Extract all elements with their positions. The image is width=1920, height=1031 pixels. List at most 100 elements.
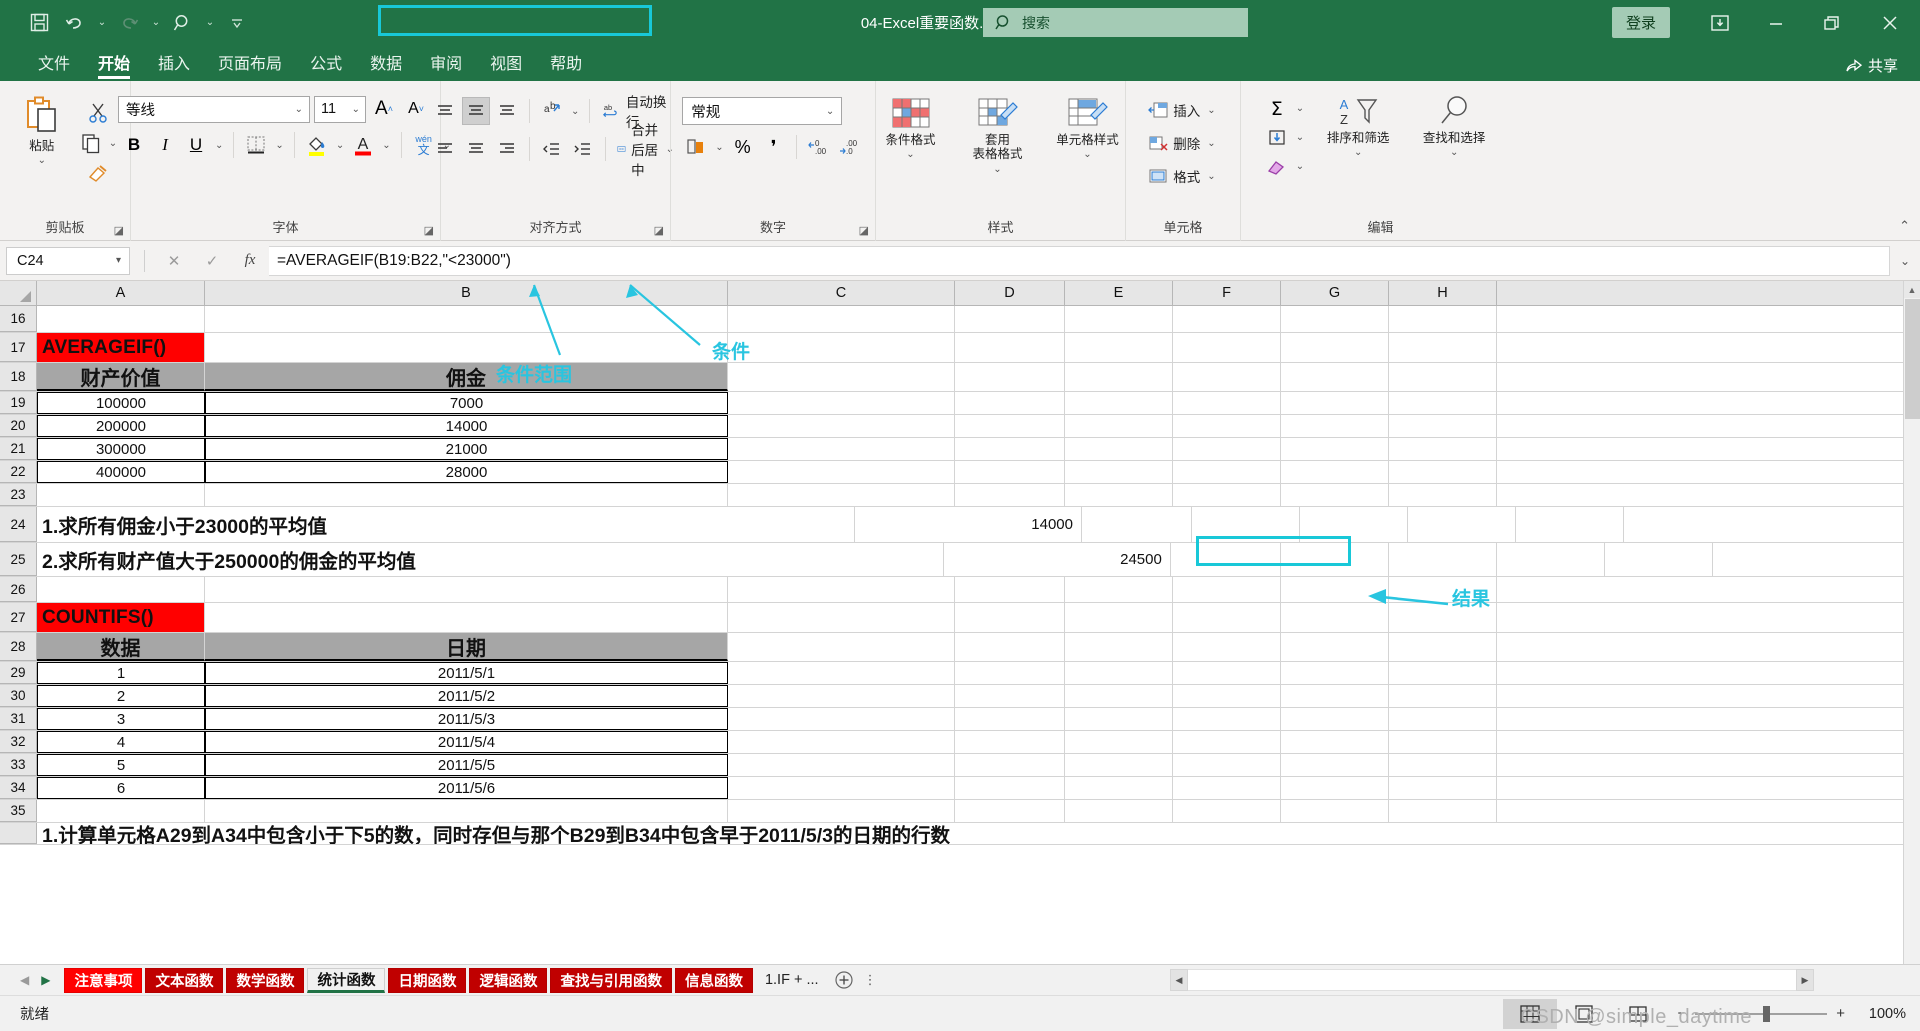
- cell-b26[interactable]: [205, 577, 728, 602]
- cell-c30[interactable]: [728, 685, 955, 707]
- column-header-e[interactable]: E: [1065, 281, 1173, 305]
- row-header-27[interactable]: 27: [0, 603, 37, 632]
- cell-c31[interactable]: [728, 708, 955, 730]
- cell-styles-button[interactable]: 单元格样式 ⌄: [1049, 97, 1127, 161]
- format-cells-dropdown-icon[interactable]: ⌄: [1205, 171, 1217, 182]
- cell-b34[interactable]: 2011/5/6: [205, 777, 728, 799]
- font-dialog-launcher[interactable]: ◪: [424, 224, 434, 237]
- sheet-tab-statistical-functions[interactable]: 统计函数: [307, 967, 386, 993]
- sheet-tab-more-icon[interactable]: ⋮: [860, 972, 881, 988]
- cell-h26[interactable]: [1389, 577, 1497, 602]
- insert-cells-button[interactable]: 插入 ⌄: [1144, 95, 1221, 125]
- cell-d35[interactable]: [955, 800, 1065, 822]
- sheet-tab-notes[interactable]: 注意事项: [64, 967, 143, 993]
- row-header-31[interactable]: 31: [0, 708, 37, 730]
- zoom-level[interactable]: 100%: [1854, 1006, 1906, 1022]
- cell-e35[interactable]: [1065, 800, 1173, 822]
- font-name-dropdown-icon[interactable]: ⌄: [293, 104, 305, 115]
- cell-e32[interactable]: [1065, 731, 1173, 753]
- cell-f34[interactable]: [1173, 777, 1281, 799]
- cell-e30[interactable]: [1065, 685, 1173, 707]
- cell-c28[interactable]: [728, 633, 955, 661]
- cell-styles-dropdown-icon[interactable]: ⌄: [1081, 149, 1093, 161]
- sheet-next-icon[interactable]: ▶: [41, 973, 50, 987]
- orientation-button[interactable]: ab: [538, 97, 566, 125]
- font-size-dropdown-icon[interactable]: ⌄: [350, 104, 362, 115]
- cell-f30[interactable]: [1173, 685, 1281, 707]
- cell-a27[interactable]: COUNTIFS(): [37, 603, 205, 632]
- cell-b24[interactable]: [332, 507, 855, 542]
- autosum-dropdown-icon[interactable]: ⌄: [1294, 103, 1306, 114]
- italic-button[interactable]: I: [151, 131, 179, 159]
- cell-h33[interactable]: [1389, 754, 1497, 776]
- cell-h21[interactable]: [1389, 438, 1497, 460]
- align-center-button[interactable]: [462, 135, 490, 163]
- cell-overflow-17[interactable]: [1497, 333, 1920, 362]
- cell-f31[interactable]: [1173, 708, 1281, 730]
- cell-overflow-31[interactable]: [1497, 708, 1920, 730]
- cell-d26[interactable]: [955, 577, 1065, 602]
- row-header-34[interactable]: 34: [0, 777, 37, 799]
- cell-overflow-21[interactable]: [1497, 438, 1920, 460]
- cell-f23[interactable]: [1173, 484, 1281, 506]
- cell-g21[interactable]: [1281, 438, 1389, 460]
- borders-dropdown-icon[interactable]: ⌄: [273, 140, 285, 151]
- column-header-f[interactable]: F: [1173, 281, 1281, 305]
- zoom-out-button[interactable]: −: [1677, 1005, 1686, 1022]
- ribbon-tab-data[interactable]: 数据: [356, 50, 416, 81]
- cell-a31[interactable]: 3: [37, 708, 205, 730]
- delete-cells-dropdown-icon[interactable]: ⌄: [1205, 138, 1217, 149]
- select-all-corner[interactable]: [0, 281, 37, 305]
- row-header-21[interactable]: 21: [0, 438, 37, 460]
- cell-d28[interactable]: [955, 633, 1065, 661]
- cell-c16[interactable]: [728, 306, 955, 332]
- row-header-16[interactable]: 16: [0, 306, 37, 332]
- align-bottom-button[interactable]: [493, 97, 521, 125]
- cell-d33[interactable]: [955, 754, 1065, 776]
- cell-d21[interactable]: [955, 438, 1065, 460]
- cell-b28[interactable]: 日期: [205, 633, 728, 661]
- cell-h19[interactable]: [1389, 392, 1497, 414]
- row-header-24[interactable]: 24: [0, 507, 37, 542]
- cell-c22[interactable]: [728, 461, 955, 483]
- number-dialog-launcher[interactable]: ◪: [859, 224, 869, 237]
- cell-c20[interactable]: [728, 415, 955, 437]
- cell-e23[interactable]: [1065, 484, 1173, 506]
- sheet-tab-math-functions[interactable]: 数学函数: [226, 967, 305, 993]
- sheet-tab-date-functions[interactable]: 日期函数: [388, 967, 467, 993]
- cell-a17[interactable]: AVERAGEIF(): [37, 333, 205, 362]
- cell-overflow-23[interactable]: [1497, 484, 1920, 506]
- cell-c17[interactable]: [728, 333, 955, 362]
- cell-overflow-22[interactable]: [1497, 461, 1920, 483]
- cell-g25[interactable]: [1497, 543, 1605, 576]
- cell-a21[interactable]: 300000: [37, 438, 205, 460]
- cell-f29[interactable]: [1173, 662, 1281, 684]
- cell-h18[interactable]: [1389, 363, 1497, 391]
- cell-d31[interactable]: [955, 708, 1065, 730]
- cell-d16[interactable]: [955, 306, 1065, 332]
- percent-style-button[interactable]: %: [729, 133, 757, 161]
- expand-formula-bar-icon[interactable]: ⌄: [1890, 246, 1920, 276]
- cell-c29[interactable]: [728, 662, 955, 684]
- cell-overflow-29[interactable]: [1497, 662, 1920, 684]
- sheet-tab-text-functions[interactable]: 文本函数: [145, 967, 224, 993]
- cell-g24[interactable]: [1408, 507, 1516, 542]
- fill-color-button[interactable]: [303, 131, 331, 159]
- font-name-input[interactable]: 等线 ⌄: [118, 95, 311, 123]
- ribbon-tab-review[interactable]: 审阅: [416, 50, 476, 81]
- restore-button[interactable]: [1804, 0, 1860, 45]
- cell-h31[interactable]: [1389, 708, 1497, 730]
- cell-h24[interactable]: [1516, 507, 1624, 542]
- cell-h30[interactable]: [1389, 685, 1497, 707]
- row-header-22[interactable]: 22: [0, 461, 37, 483]
- insert-function-icon[interactable]: fx: [231, 247, 269, 275]
- cell-d17[interactable]: [955, 333, 1065, 362]
- accounting-dropdown-icon[interactable]: ⌄: [713, 142, 725, 153]
- number-format-dropdown-icon[interactable]: ⌄: [824, 106, 836, 117]
- ribbon-tab-formulas[interactable]: 公式: [296, 50, 356, 81]
- cell-b30[interactable]: 2011/5/2: [205, 685, 728, 707]
- enter-formula-icon[interactable]: ✓: [193, 247, 231, 275]
- cell-e33[interactable]: [1065, 754, 1173, 776]
- cell-a30[interactable]: 2: [37, 685, 205, 707]
- cell-c25[interactable]: 24500: [944, 543, 1171, 576]
